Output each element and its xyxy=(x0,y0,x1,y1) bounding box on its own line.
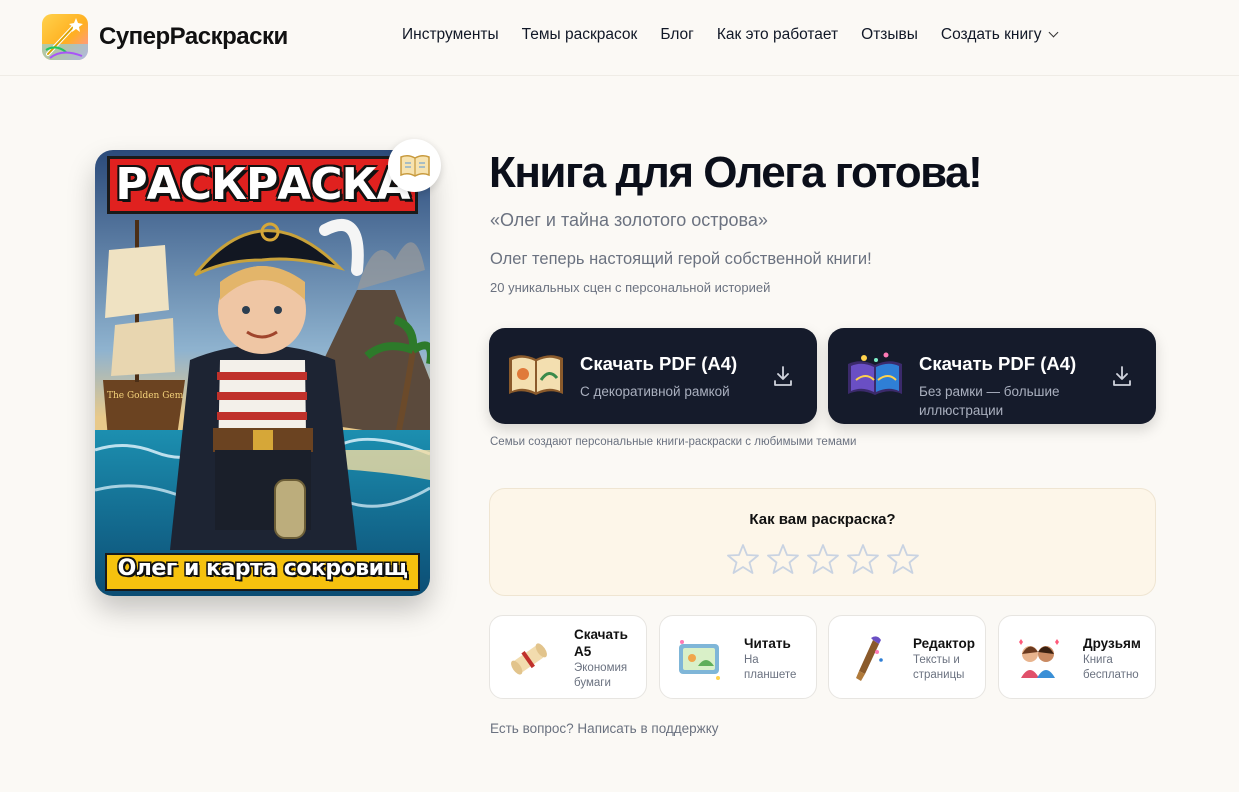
card-title: Друзьям xyxy=(1083,636,1141,651)
book-cover: The Golden Gem Anchor РАСКРАСКА Олег и к… xyxy=(95,150,430,596)
card-desc: Экономия бумаги xyxy=(574,662,628,689)
download-framed-title: Скачать PDF (A4) xyxy=(580,353,738,374)
nav-item-how-it-works[interactable]: Как это работает xyxy=(717,26,838,44)
star-icon[interactable] xyxy=(887,543,919,575)
nav-item-reviews[interactable]: Отзывы xyxy=(861,26,918,44)
share-friends-card[interactable]: Друзьям Книга бесплатно xyxy=(998,615,1156,699)
download-pdf-noframe-button[interactable]: Скачать PDF (A4) Без рамки — большие илл… xyxy=(828,328,1156,424)
friends-icon xyxy=(1019,639,1059,678)
cover-illustration: The Golden Gem Anchor xyxy=(95,150,430,596)
download-icon xyxy=(1113,366,1131,386)
nav-item-tools[interactable]: Инструменты xyxy=(402,26,499,44)
nav-item-themes[interactable]: Темы раскрасок xyxy=(522,26,638,44)
support-link[interactable]: Есть вопрос? Написать в поддержку xyxy=(490,721,719,736)
open-book-icon xyxy=(509,355,563,395)
star-icon[interactable] xyxy=(767,543,799,575)
page-title: Книга для Олега готова! xyxy=(489,148,983,197)
nav-item-create-book-label: Создать книгу xyxy=(940,26,1042,43)
card-desc: На планшете xyxy=(744,654,797,681)
download-a5-card[interactable]: Скачать A5 Экономия бумаги xyxy=(489,615,647,699)
card-desc: Книга бесплатно xyxy=(1083,654,1139,681)
cover-title: РАСКРАСКА xyxy=(115,159,410,210)
download-framed-desc: С декоративной рамкой xyxy=(580,384,730,399)
open-book-icon xyxy=(388,139,441,192)
star-icon[interactable] xyxy=(807,543,839,575)
star-icon[interactable] xyxy=(847,543,879,575)
card-desc: Тексты и страницы xyxy=(913,654,965,681)
brand-name[interactable]: СуперРаскраски xyxy=(99,23,288,51)
nav-item-create-book[interactable]: Создать книгу xyxy=(940,26,1058,44)
nav-item-blog[interactable]: Блог xyxy=(660,26,694,44)
read-tablet-card[interactable]: Читать На планшете xyxy=(659,615,817,699)
rating-panel: Как вам раскраска? xyxy=(489,488,1156,596)
magic-wand-logo-icon[interactable] xyxy=(42,14,88,60)
card-title: Редактор xyxy=(913,636,975,651)
brush-icon xyxy=(856,636,883,681)
rating-stars xyxy=(727,543,919,575)
download-icon xyxy=(774,366,792,386)
chevron-down-icon xyxy=(1048,27,1058,38)
scroll-icon xyxy=(511,643,547,675)
scenes-count: 20 уникальных сцен с персональной истори… xyxy=(490,280,771,295)
site-header: СуперРаскраски Инструменты Темы раскрасо… xyxy=(0,0,1239,76)
main-nav: Инструменты Темы раскрасок Блог Как это … xyxy=(402,26,1080,44)
tablet-icon xyxy=(679,640,720,680)
book-title: «Олег и тайна золотого острова» xyxy=(490,210,768,230)
card-title: Скачать A5 xyxy=(574,627,628,659)
card-title: Читать xyxy=(744,636,791,651)
cover-subtitle: Олег и карта сокровищ xyxy=(117,556,408,581)
download-noframe-desc: Без рамки — большие иллюстрации xyxy=(919,384,1060,418)
social-proof-note: Семьи создают персональные книги-раскрас… xyxy=(490,436,857,448)
star-icon[interactable] xyxy=(727,543,759,575)
download-noframe-title: Скачать PDF (A4) xyxy=(919,353,1077,374)
magic-book-icon xyxy=(848,352,902,395)
download-pdf-framed-button[interactable]: Скачать PDF (A4) С декоративной рамкой xyxy=(489,328,817,424)
editor-card[interactable]: Редактор Тексты и страницы xyxy=(828,615,986,699)
rating-question: Как вам раскраска? xyxy=(749,511,896,528)
tagline: Олег теперь настоящий герой собственной … xyxy=(490,250,872,268)
